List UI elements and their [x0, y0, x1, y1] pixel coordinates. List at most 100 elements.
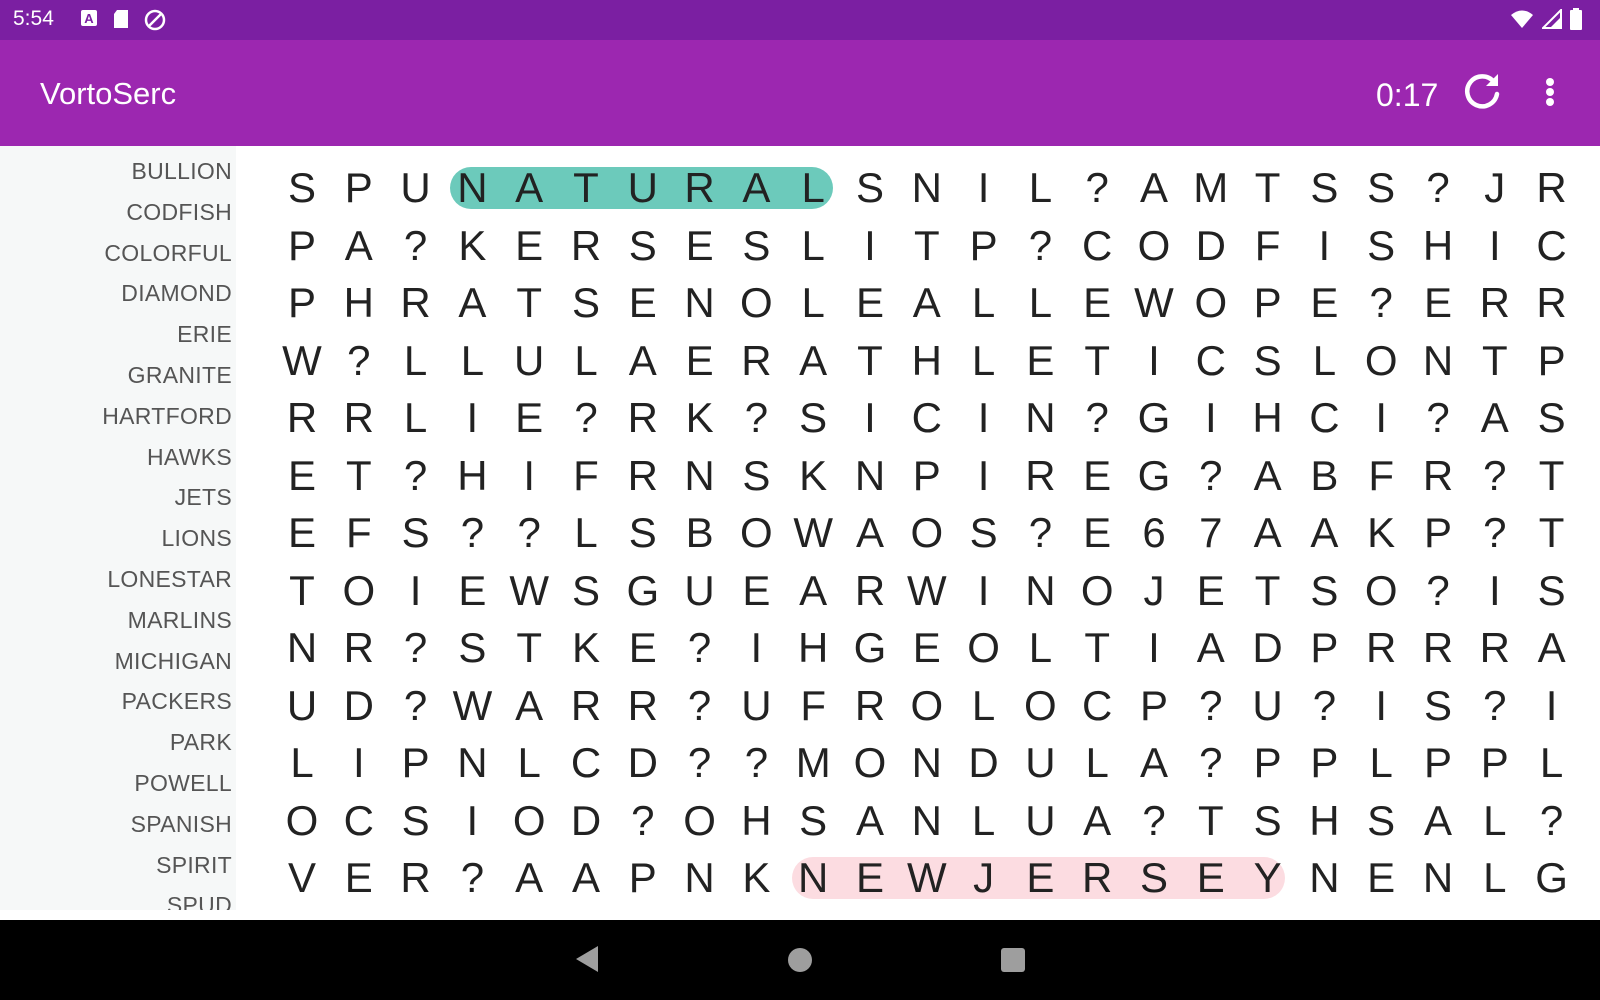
grid-cell[interactable]: E — [672, 222, 728, 270]
grid-cell[interactable]: I — [444, 394, 500, 442]
grid-cell[interactable]: E — [615, 279, 671, 327]
grid-cell[interactable]: ? — [331, 337, 387, 385]
grid-cell[interactable]: E — [1410, 279, 1466, 327]
grid-cell[interactable]: A — [615, 337, 671, 385]
grid-cell[interactable]: D — [1183, 222, 1239, 270]
grid-cell[interactable]: R — [615, 682, 671, 730]
grid-cell[interactable]: E — [444, 567, 500, 615]
grid-cell[interactable]: I — [1126, 624, 1182, 672]
grid-cell[interactable]: S — [1240, 797, 1296, 845]
grid-cell[interactable]: I — [1524, 682, 1580, 730]
refresh-button[interactable] — [1460, 70, 1504, 114]
grid-cell[interactable]: N — [444, 739, 500, 787]
grid-cell[interactable]: D — [331, 682, 387, 730]
grid-cell[interactable]: P — [1240, 739, 1296, 787]
grid-cell[interactable]: S — [615, 222, 671, 270]
grid-cell[interactable]: N — [899, 739, 955, 787]
grid-cell[interactable]: E — [1353, 854, 1409, 902]
grid-cell[interactable]: ? — [388, 222, 444, 270]
grid-cell[interactable]: C — [1069, 222, 1125, 270]
grid-cell[interactable]: S — [388, 797, 444, 845]
grid-cell[interactable]: V — [274, 854, 330, 902]
grid-cell[interactable]: R — [1410, 452, 1466, 500]
grid-cell[interactable]: O — [728, 509, 784, 557]
grid-cell[interactable]: L — [785, 222, 841, 270]
grid-cell[interactable]: A — [899, 279, 955, 327]
grid-cell[interactable]: I — [728, 624, 784, 672]
grid-cell[interactable]: I — [956, 567, 1012, 615]
grid-cell[interactable]: C — [899, 394, 955, 442]
grid-cell[interactable]: Y — [1240, 854, 1296, 902]
grid-cell[interactable]: ? — [1467, 509, 1523, 557]
grid-cell[interactable]: L — [956, 682, 1012, 730]
grid-cell[interactable]: F — [1240, 222, 1296, 270]
grid-cell[interactable]: ? — [501, 509, 557, 557]
grid-cell[interactable]: ? — [388, 624, 444, 672]
grid-cell[interactable]: F — [785, 682, 841, 730]
grid-cell[interactable]: A — [1410, 797, 1466, 845]
grid-cell[interactable]: L — [388, 337, 444, 385]
grid-cell[interactable]: T — [274, 567, 330, 615]
grid-cell[interactable]: W — [899, 854, 955, 902]
grid-cell[interactable]: P — [331, 164, 387, 212]
grid-cell[interactable]: I — [1183, 394, 1239, 442]
grid-cell[interactable]: R — [842, 567, 898, 615]
grid-cell[interactable]: J — [1126, 567, 1182, 615]
grid-cell[interactable]: U — [672, 567, 728, 615]
grid-cell[interactable]: M — [1183, 164, 1239, 212]
grid-cell[interactable]: P — [1296, 739, 1352, 787]
grid-cell[interactable]: R — [615, 452, 671, 500]
grid-cell[interactable]: S — [1296, 164, 1352, 212]
grid-cell[interactable]: ? — [1183, 682, 1239, 730]
grid-cell[interactable]: K — [785, 452, 841, 500]
grid-cell[interactable]: G — [1126, 394, 1182, 442]
grid-cell[interactable]: P — [899, 452, 955, 500]
grid-cell[interactable]: E — [1069, 452, 1125, 500]
grid-cell[interactable]: O — [728, 279, 784, 327]
grid-cell[interactable]: T — [1524, 509, 1580, 557]
grid-cell[interactable]: ? — [1410, 394, 1466, 442]
grid-cell[interactable]: F — [558, 452, 614, 500]
grid-cell[interactable]: R — [388, 279, 444, 327]
grid-cell[interactable]: J — [956, 854, 1012, 902]
grid-cell[interactable]: T — [842, 337, 898, 385]
grid-cell[interactable]: ? — [1410, 164, 1466, 212]
grid-cell[interactable]: R — [1069, 854, 1125, 902]
grid-cell[interactable]: R — [331, 394, 387, 442]
grid-cell[interactable]: S — [956, 509, 1012, 557]
grid-cell[interactable]: S — [615, 509, 671, 557]
grid-cell[interactable]: I — [331, 739, 387, 787]
grid-cell[interactable]: ? — [672, 739, 728, 787]
grid-cell[interactable]: ? — [1296, 682, 1352, 730]
grid-cell[interactable]: O — [1012, 682, 1068, 730]
grid-cell[interactable]: U — [1012, 797, 1068, 845]
grid-cell[interactable]: ? — [615, 797, 671, 845]
grid-cell[interactable]: W — [444, 682, 500, 730]
grid-cell[interactable]: N — [1012, 394, 1068, 442]
grid-cell[interactable]: A — [558, 854, 614, 902]
grid-cell[interactable]: N — [785, 854, 841, 902]
grid-cell[interactable]: S — [728, 452, 784, 500]
grid-cell[interactable]: G — [842, 624, 898, 672]
grid-cell[interactable]: T — [1069, 337, 1125, 385]
grid-cell[interactable]: N — [1012, 567, 1068, 615]
grid-cell[interactable]: A — [1069, 797, 1125, 845]
grid-cell[interactable]: A — [785, 337, 841, 385]
grid-cell[interactable]: C — [1296, 394, 1352, 442]
grid-cell[interactable]: T — [501, 624, 557, 672]
grid-cell[interactable]: H — [1296, 797, 1352, 845]
grid-cell[interactable]: T — [899, 222, 955, 270]
grid-cell[interactable]: G — [1524, 854, 1580, 902]
grid-cell[interactable]: A — [785, 567, 841, 615]
grid-cell[interactable]: U — [1240, 682, 1296, 730]
grid-cell[interactable]: U — [615, 164, 671, 212]
grid-cell[interactable]: U — [388, 164, 444, 212]
grid-cell[interactable]: L — [1524, 739, 1580, 787]
grid-cell[interactable]: C — [331, 797, 387, 845]
nav-back-button[interactable] — [574, 944, 600, 979]
grid-cell[interactable]: N — [1410, 854, 1466, 902]
grid-cell[interactable]: L — [1012, 279, 1068, 327]
grid-cell[interactable]: O — [1353, 337, 1409, 385]
grid-cell[interactable]: S — [274, 164, 330, 212]
grid-cell[interactable]: P — [615, 854, 671, 902]
